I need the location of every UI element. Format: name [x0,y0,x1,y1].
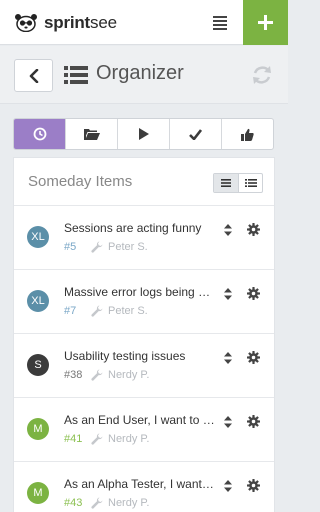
gear-icon[interactable] [247,415,260,428]
wrench-icon [91,305,103,317]
item-meta: #5 Peter S. [64,241,148,253]
detailed-list-icon [245,179,257,187]
view-toggle [213,173,263,193]
tab-accepted[interactable] [221,119,273,149]
item-id[interactable]: #41 [64,433,91,445]
chevron-left-icon [29,69,39,83]
list-item[interactable]: XL Sessions are acting funny #5 Peter S. [14,206,274,270]
item-meta: #43 Nerdy P. [64,497,149,509]
sort-icon[interactable] [224,288,232,300]
item-title[interactable]: Massive error logs being generated [64,285,216,299]
item-id[interactable]: #7 [64,305,91,317]
wrench-icon [91,369,103,381]
item-owner: Nerdy P. [108,497,150,509]
item-meta: #38 Nerdy P. [64,369,149,381]
tab-in-progress[interactable] [117,119,169,149]
item-title[interactable]: As an Alpha Tester, I want to report bug… [64,477,216,491]
avatar: M [27,482,49,504]
item-id[interactable]: #38 [64,369,91,381]
clock-icon [33,127,46,141]
filter-tabs [13,118,274,150]
sort-icon[interactable] [224,224,232,236]
item-owner: Peter S. [108,241,148,253]
sort-icon[interactable] [224,416,232,428]
panda-glasses-logo-icon [15,14,37,33]
add-button[interactable] [243,0,288,45]
back-button[interactable] [14,59,53,92]
refresh-icon[interactable] [250,63,274,87]
avatar: XL [27,290,49,312]
brand-name: sprintsee [44,13,117,32]
item-id[interactable]: #5 [64,241,91,253]
item-owner: Peter S. [108,305,148,317]
title-bar: Organizer [0,46,288,104]
list-icon [64,66,88,84]
list-item[interactable]: M As an Alpha Tester, I want to report b… [14,462,274,512]
item-title[interactable]: Sessions are acting funny [64,221,216,235]
avatar: XL [27,226,49,248]
item-meta: #41 Nerdy P. [64,433,149,445]
wrench-icon [91,497,103,509]
gear-icon[interactable] [247,223,260,236]
sort-icon[interactable] [224,480,232,492]
top-bar: sprintsee [0,0,288,45]
brand[interactable]: sprintsee [15,11,117,35]
page-title: Organizer [96,62,184,84]
tab-someday[interactable] [14,119,65,149]
item-meta: #7 Peter S. [64,305,148,317]
item-owner: Nerdy P. [108,433,150,445]
menu-button[interactable] [205,10,235,36]
gear-icon[interactable] [247,479,260,492]
list-item[interactable]: XL Massive error logs being generated #7… [14,270,274,334]
list-item[interactable]: M As an End User, I want to import data … [14,398,274,462]
item-id[interactable]: #43 [64,497,91,509]
list-item[interactable]: S Usability testing issues #38 Nerdy P. [14,334,274,398]
panel-title: Someday Items [28,173,133,190]
gear-icon[interactable] [247,351,260,364]
play-icon [138,128,149,140]
tab-backlog[interactable] [65,119,117,149]
folder-icon [83,128,100,140]
item-owner: Nerdy P. [108,369,150,381]
wrench-icon [91,241,103,253]
item-title[interactable]: Usability testing issues [64,349,216,363]
detailed-view-button[interactable] [239,174,262,192]
thumbs-up-icon [241,128,254,141]
sort-icon[interactable] [224,352,232,364]
compact-list-icon [221,179,231,187]
check-icon [189,128,202,140]
wrench-icon [91,433,103,445]
item-title[interactable]: As an End User, I want to import data [64,413,216,427]
avatar: S [27,354,49,376]
items-panel: Someday Items XL Sessions are acting fun… [13,157,275,512]
tab-done[interactable] [169,119,221,149]
gear-icon[interactable] [247,287,260,300]
compact-view-button[interactable] [214,174,239,192]
avatar: M [27,418,49,440]
panel-header: Someday Items [14,158,274,206]
item-list: XL Sessions are acting funny #5 Peter S.… [14,206,274,512]
